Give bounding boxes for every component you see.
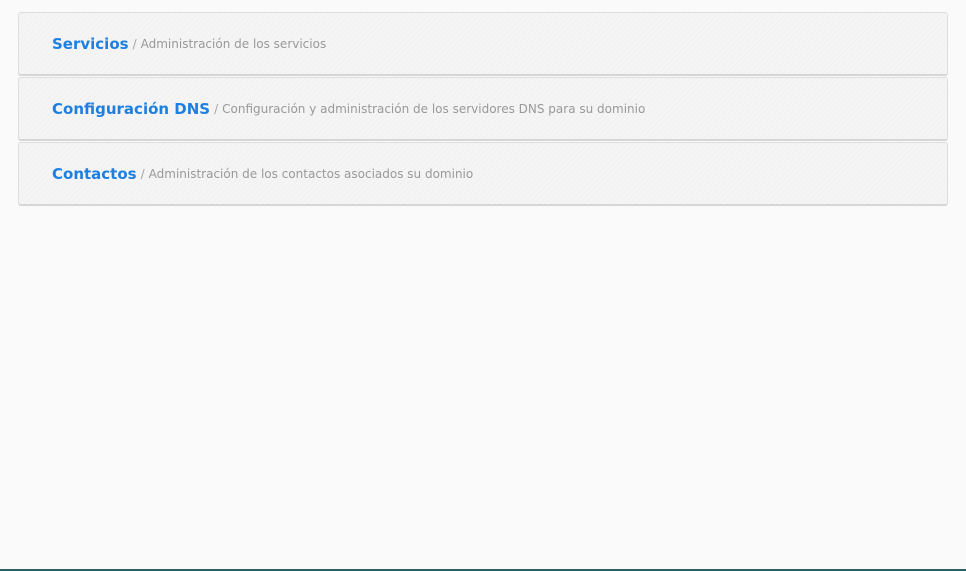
panel-description-servicios: Administración de los servicios [140,36,327,51]
panel-separator: / [214,101,219,116]
panel-description-configuracion-dns: Configuración y administración de los se… [222,101,646,116]
panel-title-contactos[interactable]: Contactos [52,165,137,183]
section-list: Servicios / Administración de los servic… [18,12,948,207]
panel-title-configuracion-dns[interactable]: Configuración DNS [52,100,210,118]
panel-contactos[interactable]: Contactos / Administración de los contac… [18,142,948,206]
page: Servicios / Administración de los servic… [0,0,966,571]
panel-separator: / [132,36,137,51]
panel-title-servicios[interactable]: Servicios [52,35,129,53]
panel-servicios[interactable]: Servicios / Administración de los servic… [18,12,948,76]
panel-description-contactos: Administración de los contactos asociado… [148,166,474,181]
panel-configuracion-dns[interactable]: Configuración DNS / Configuración y admi… [18,77,948,141]
panel-separator: / [140,166,145,181]
